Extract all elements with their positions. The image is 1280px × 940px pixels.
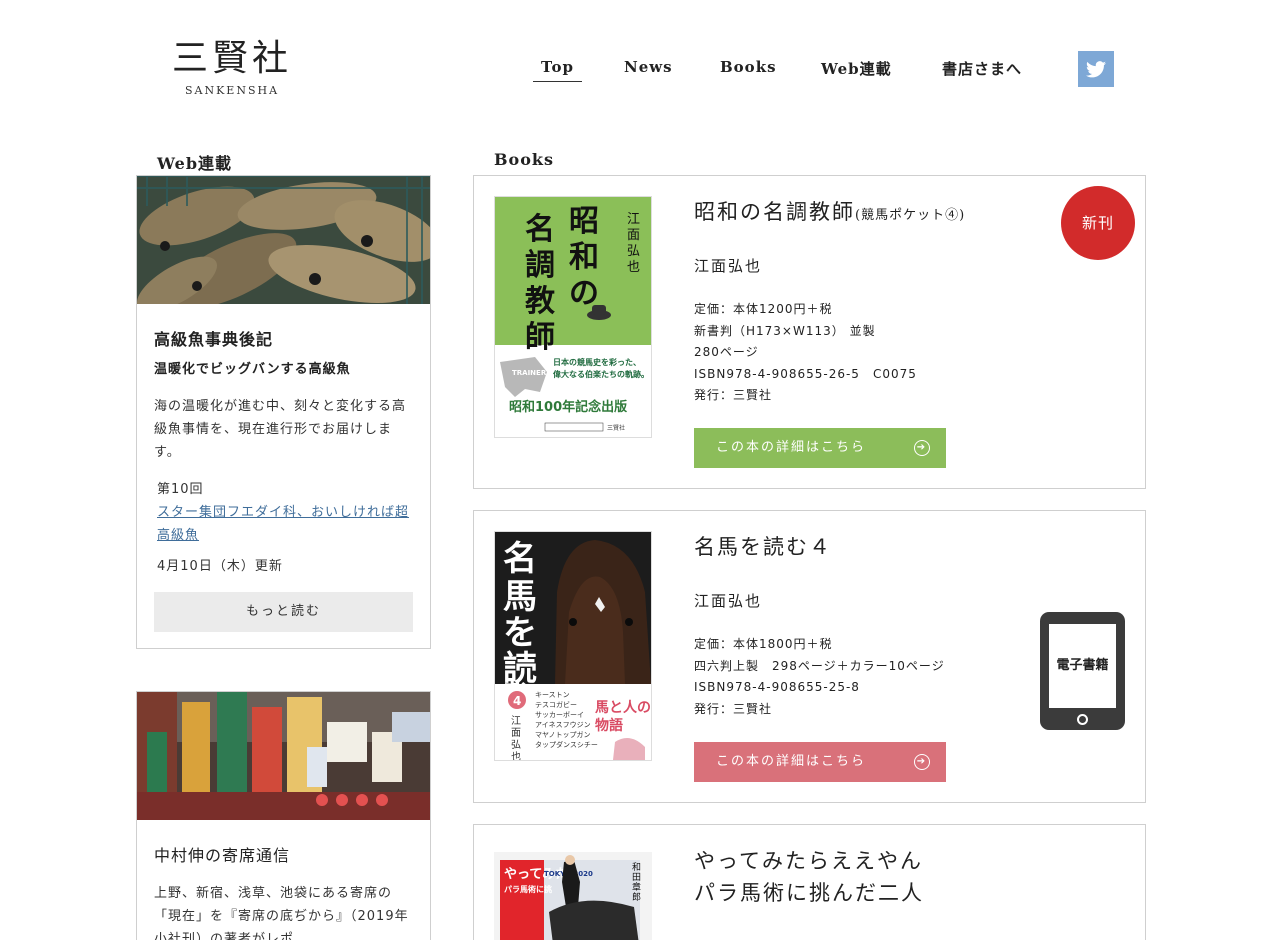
- svg-text:師: 師: [525, 320, 555, 355]
- svg-text:を: を: [503, 613, 537, 653]
- nav-web-serial[interactable]: Web連載: [821, 58, 892, 79]
- svg-text:弘: 弘: [511, 739, 521, 751]
- card-description: 上野、新宿、浅草、池袋にある寄席の「現在」を『寄席の底ぢから』（2019年小社刊…: [154, 886, 409, 940]
- nav-for-bookstores[interactable]: 書店さまへ: [942, 58, 1022, 79]
- svg-text:面: 面: [627, 228, 640, 243]
- book-card: 名 馬 を 読 む 4 江 面 弘 也 キーストン テスコガビー サッカーボーイ…: [473, 510, 1146, 803]
- book-author: 江面弘也: [694, 592, 763, 610]
- web-serial-section-title: Web連載: [157, 154, 233, 173]
- svg-text:名: 名: [525, 212, 555, 247]
- card-description: 海の温暖化が進む中、刻々と変化する高級魚事情を、現在進行形でお届けします。: [154, 399, 407, 460]
- svg-text:名: 名: [503, 539, 537, 579]
- book-title[interactable]: 昭和の名調教師(競馬ポケット④): [694, 196, 965, 232]
- book-pages: 280ページ: [694, 345, 759, 359]
- svg-text:江: 江: [511, 715, 521, 727]
- svg-text:馬と人の: 馬と人の: [595, 699, 651, 716]
- nav-news[interactable]: News: [624, 58, 673, 76]
- book-price: 定価：本体1800円＋税: [694, 637, 833, 651]
- svg-text:物語: 物語: [595, 717, 623, 734]
- book-cover[interactable]: やってみた パラ馬術に挑 TOKYO 2020 和 田 章 郎: [494, 852, 652, 940]
- svg-text:サッカーボーイ: サッカーボーイ: [535, 711, 584, 719]
- svg-text:弘: 弘: [627, 244, 640, 259]
- svg-text:江: 江: [627, 212, 640, 227]
- book-title-series: (競馬ポケット④): [855, 208, 966, 223]
- book-cover[interactable]: 名 馬 を 読 む 4 江 面 弘 也 キーストン テスコガビー サッカーボーイ…: [494, 531, 652, 761]
- card-image-fish[interactable]: [137, 176, 430, 304]
- book-format: 四六判上製 298ページ＋カラー10ページ: [694, 658, 945, 673]
- svg-text:偉大なる伯楽たちの軌跡。: 偉大なる伯楽たちの軌跡。: [553, 369, 649, 379]
- arrow-right-icon: ➔: [914, 440, 930, 456]
- svg-text:テスコガビー: テスコガビー: [535, 700, 577, 709]
- book-title-main: 昭和の名調教師: [694, 200, 855, 224]
- svg-text:馬: 馬: [503, 577, 537, 617]
- book-publisher: 発行：三賢社: [694, 388, 773, 402]
- svg-text:4: 4: [513, 694, 521, 708]
- logo-main-text: 三賢社: [171, 38, 292, 79]
- svg-text:三賢社: 三賢社: [607, 424, 625, 432]
- book-price: 定価：本体1200円＋税: [694, 302, 833, 316]
- twitter-icon: [1086, 60, 1106, 77]
- svg-text:マヤノトップガン: マヤノトップガン: [535, 730, 590, 739]
- card-update-date: 4月10日（木）更新: [157, 559, 283, 574]
- site-logo[interactable]: 三賢社 SANKENSHA: [166, 36, 298, 97]
- nav-top[interactable]: Top: [533, 58, 582, 82]
- svg-text:章: 章: [632, 881, 641, 893]
- book-detail-button[interactable]: この本の詳細はこちら ➔: [694, 428, 946, 468]
- card-episode: 第10回: [157, 482, 204, 497]
- book-detail-label: この本の詳細はこちら: [716, 754, 867, 769]
- book-isbn: ISBN978-4-908655-25-8: [694, 680, 860, 694]
- book-author: 江面弘也: [694, 257, 763, 275]
- read-more-button[interactable]: もっと読む: [154, 592, 413, 632]
- card-subtitle: 温暖化でビッグバンする高級魚: [154, 362, 351, 377]
- book-publisher: 発行：三賢社: [694, 701, 773, 716]
- books-section-title: Books: [494, 150, 554, 169]
- svg-text:TRAINER: TRAINER: [512, 369, 547, 377]
- card-title[interactable]: 高級魚事典後記: [154, 326, 413, 350]
- svg-text:和: 和: [632, 862, 641, 873]
- web-serial-card: 高級魚事典後記 温暖化でビッグバンする高級魚 海の温暖化が進む中、刻々と変化する…: [136, 175, 431, 649]
- svg-text:也: 也: [627, 260, 640, 275]
- svg-text:田: 田: [632, 872, 641, 883]
- ebook-label: 電子書籍: [1049, 624, 1116, 708]
- web-serial-card: 中村伸の寄席通信 上野、新宿、浅草、池袋にある寄席の「現在」を『寄席の底ぢから』…: [136, 691, 431, 940]
- book-format: 新書判（H173×W113） 並製: [694, 323, 876, 338]
- logo-sub-text: SANKENSHA: [184, 84, 280, 97]
- svg-text:教: 教: [525, 284, 555, 319]
- tablet-home-button: [1077, 714, 1088, 725]
- svg-text:アイネスフウジン: アイネスフウジン: [535, 721, 591, 729]
- book-detail-label: この本の詳細はこちら: [716, 440, 867, 455]
- svg-text:日本の競馬史を彩った、: 日本の競馬史を彩った、: [553, 357, 641, 367]
- book-detail-button[interactable]: この本の詳細はこちら ➔: [694, 742, 946, 782]
- svg-text:タップダンスシチー: タップダンスシチー: [535, 740, 598, 749]
- svg-text:和: 和: [569, 240, 599, 275]
- nav-books[interactable]: Books: [720, 58, 777, 76]
- svg-text:キーストン: キーストン: [535, 691, 570, 699]
- book-title[interactable]: 名馬を読む４: [694, 531, 832, 563]
- new-release-badge: 新刊: [1061, 186, 1135, 260]
- twitter-button[interactable]: [1078, 51, 1114, 87]
- book-isbn: ISBN978-4-908655-26-5 C0075: [694, 366, 917, 381]
- card-episode-link[interactable]: スター集団フエダイ科、おいしければ超高級魚: [154, 501, 413, 547]
- card-title[interactable]: 中村伸の寄席通信: [154, 842, 413, 866]
- svg-text:パラ馬術に挑: パラ馬術に挑: [504, 884, 552, 894]
- book-title-line-2: パラ馬術に挑んだ二人: [694, 881, 924, 905]
- book-card: 昭 和 の 名 調 教 師 江 面 弘 也 TRAINER 日本の競馬史を彩った…: [473, 175, 1146, 489]
- card-image-yose[interactable]: [137, 692, 430, 820]
- svg-text:也: 也: [511, 750, 521, 761]
- arrow-right-icon: ➔: [914, 754, 930, 770]
- ebook-tablet-icon[interactable]: 電子書籍: [1040, 612, 1125, 730]
- book-card: やってみた パラ馬術に挑 TOKYO 2020 和 田 章 郎 やってみたらええ…: [473, 824, 1146, 940]
- svg-text:郎: 郎: [632, 891, 641, 903]
- cover-title-1: 昭: [569, 204, 599, 239]
- svg-text:昭和100年記念出版: 昭和100年記念出版: [509, 399, 627, 415]
- svg-text:面: 面: [511, 728, 521, 739]
- book-cover[interactable]: 昭 和 の 名 調 教 師 江 面 弘 也 TRAINER 日本の競馬史を彩った…: [494, 196, 652, 438]
- book-info: 定価：本体1800円＋税 四六判上製 298ページ＋カラー10ページ ISBN9…: [694, 634, 945, 720]
- book-info: 定価：本体1200円＋税 新書判（H173×W113） 並製 280ページ IS…: [694, 299, 917, 407]
- book-title-line-1: やってみたらええやん: [694, 849, 923, 873]
- book-title[interactable]: やってみたらええやん パラ馬術に挑んだ二人: [694, 845, 924, 909]
- svg-text:調: 調: [525, 248, 555, 283]
